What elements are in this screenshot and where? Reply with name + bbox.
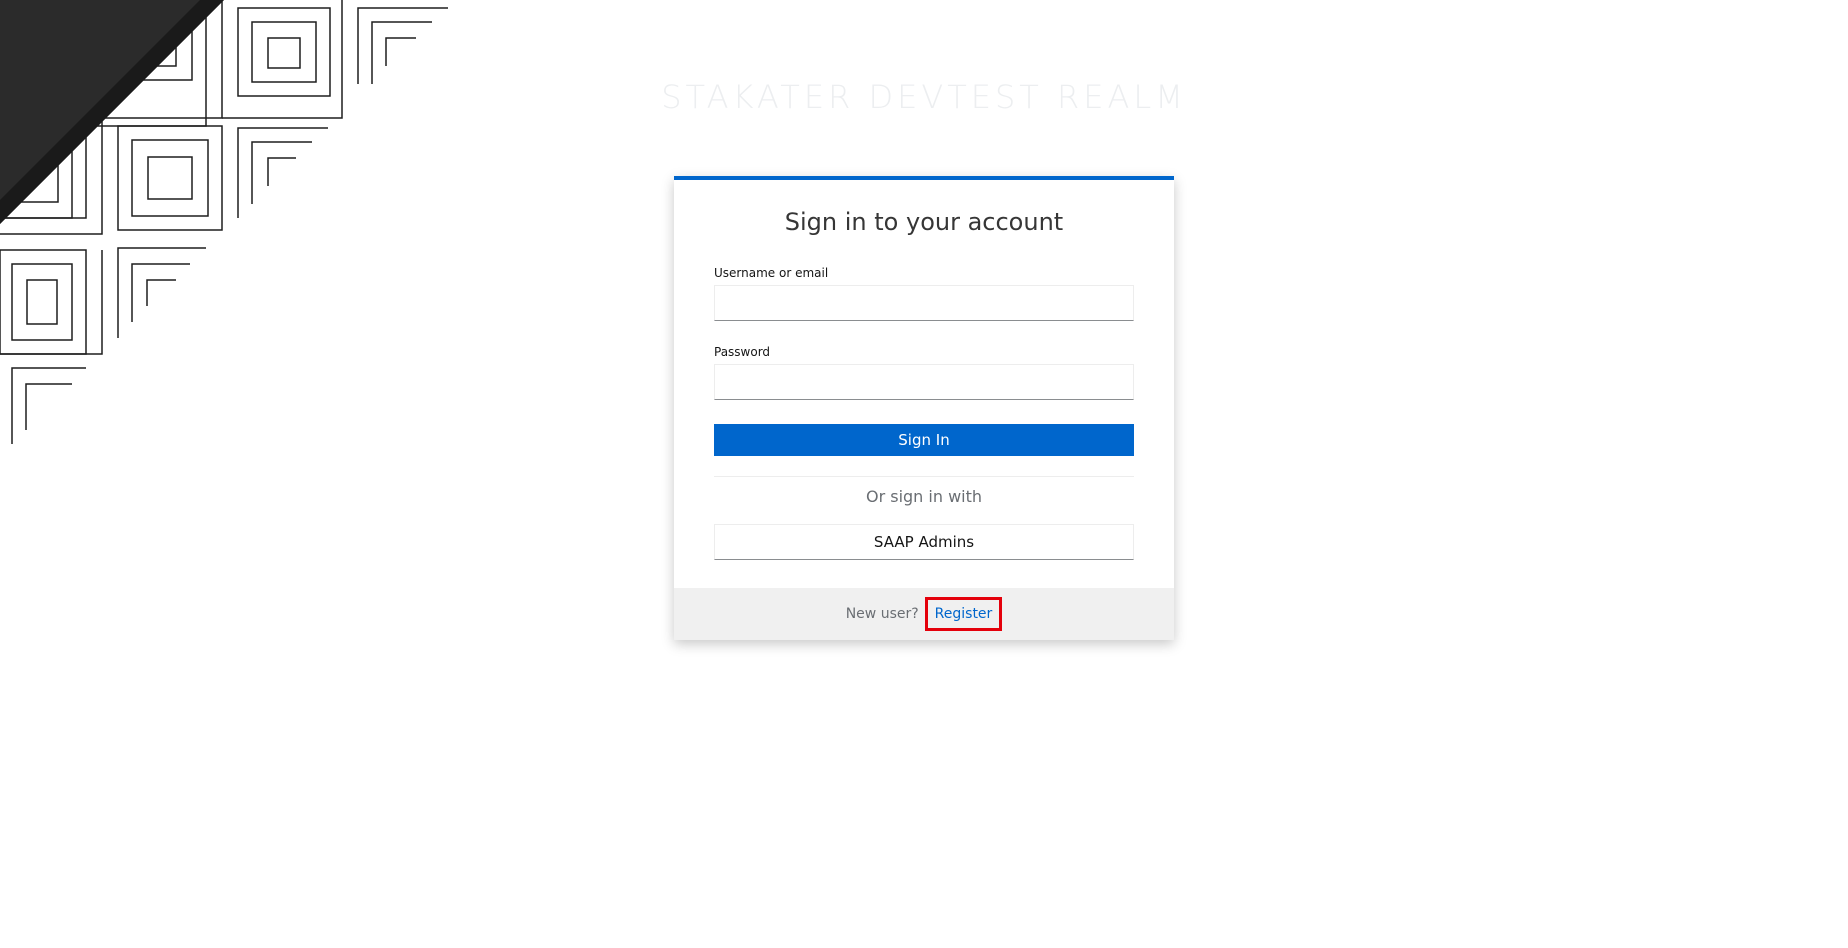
or-sign-in-with-text: Or sign in with: [865, 487, 983, 506]
divider: [714, 476, 1134, 477]
password-input[interactable]: [714, 364, 1134, 400]
login-form: Sign in to your account Username or emai…: [674, 180, 1174, 588]
register-link[interactable]: Register: [924, 597, 1003, 631]
registration-footer: New user? Register: [674, 588, 1174, 640]
realm-title: STAKATER DEVTEST REALM: [661, 78, 1187, 116]
login-page: STAKATER DEVTEST REALM Sign in to your a…: [0, 0, 1848, 948]
login-card: Sign in to your account Username or emai…: [674, 176, 1174, 640]
saap-admins-provider-button[interactable]: SAAP Admins: [714, 524, 1134, 560]
page-title: Sign in to your account: [784, 208, 1064, 236]
background-pattern: [0, 0, 448, 444]
username-input[interactable]: [714, 285, 1134, 321]
sign-in-button[interactable]: Sign In: [714, 424, 1134, 456]
password-label: Password: [714, 345, 771, 359]
username-label: Username or email: [714, 266, 829, 280]
new-user-text: New user?: [845, 606, 919, 622]
